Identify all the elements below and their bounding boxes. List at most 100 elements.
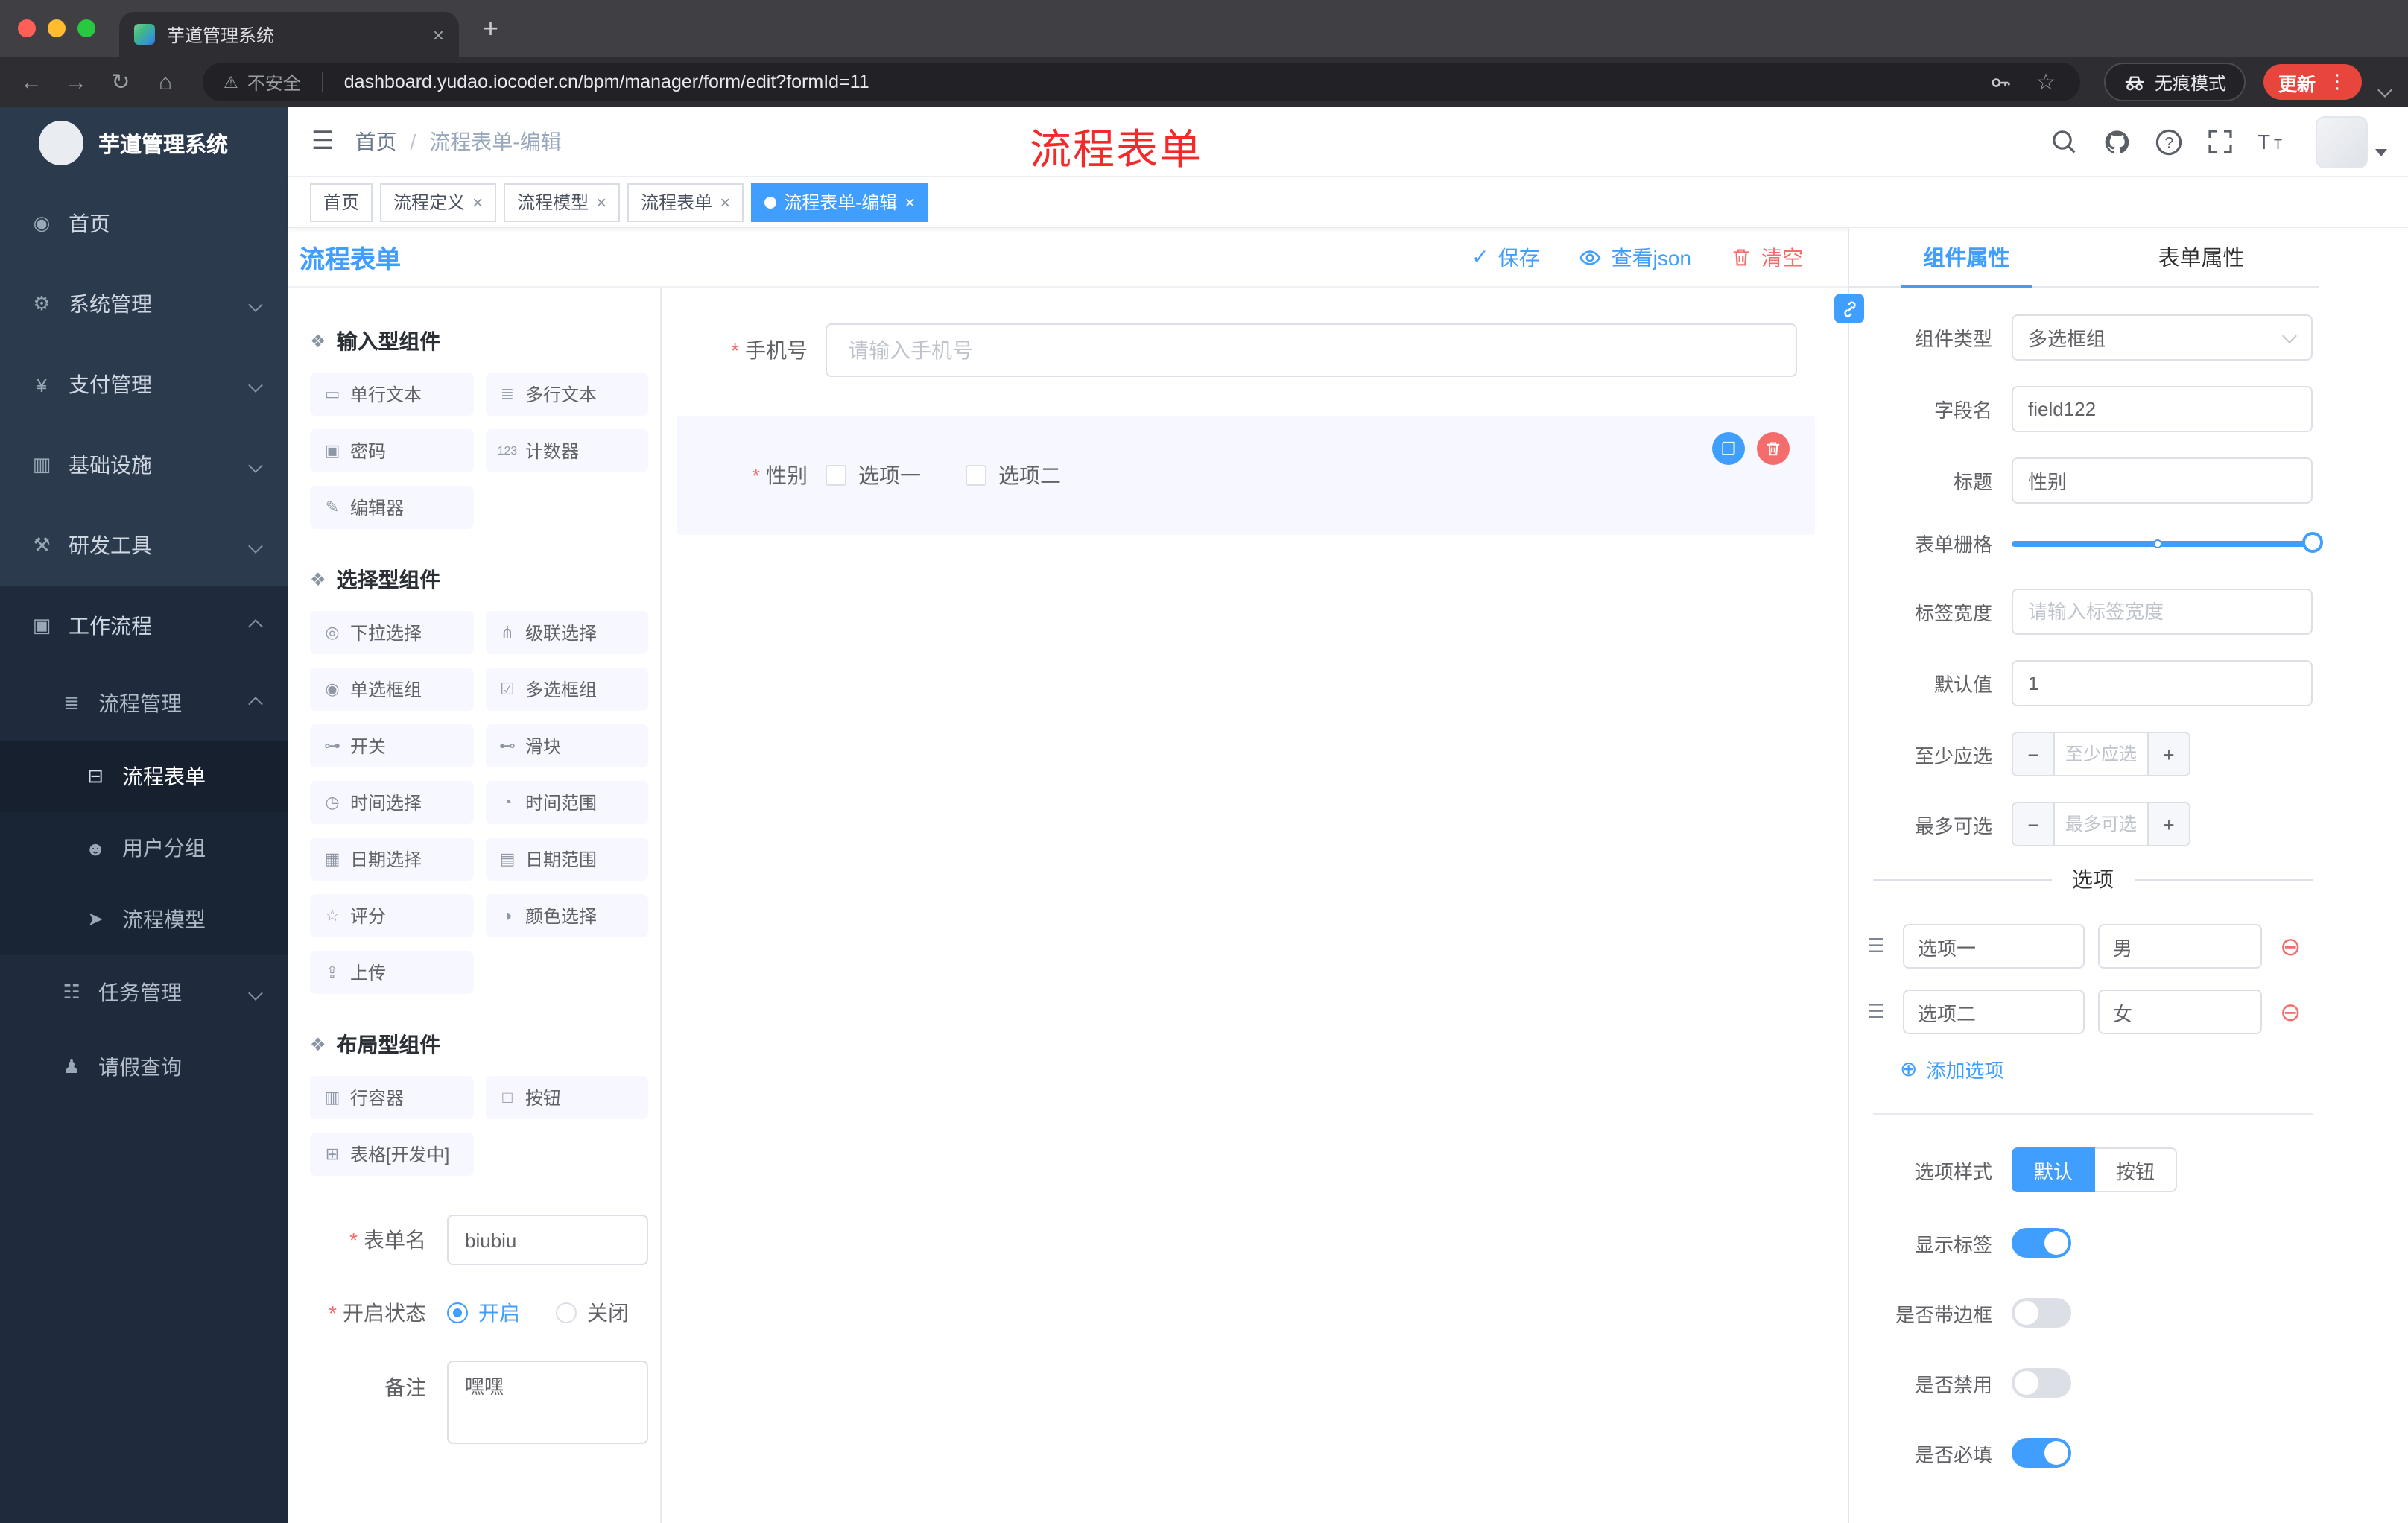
close-icon[interactable]: ×: [596, 191, 606, 212]
sidebar-item-dev-tools[interactable]: ⚒ 研发工具: [0, 505, 288, 586]
gender-option-2-checkbox[interactable]: 选项二: [966, 460, 1061, 490]
clear-button[interactable]: 清空: [1730, 242, 1803, 272]
component-type-select[interactable]: 多选框组: [2012, 314, 2313, 361]
sidebar-item-process-management[interactable]: ≣ 流程管理: [0, 666, 288, 741]
palette-item-editor[interactable]: ✎ 编辑器: [310, 486, 473, 529]
form-grid-slider[interactable]: [2012, 531, 2323, 552]
decrease-button[interactable]: −: [2013, 803, 2055, 845]
drag-handle-icon[interactable]: ☰: [1867, 1000, 1894, 1024]
copy-component-button[interactable]: ❐: [1712, 432, 1745, 465]
palette-item-date-range[interactable]: ▤ 日期范围: [485, 838, 648, 881]
remove-option-icon[interactable]: ⊖: [2280, 999, 2301, 1025]
field-phone[interactable]: 手机号: [677, 323, 1797, 377]
sidebar-item-process-form[interactable]: ⊟ 流程表单: [0, 741, 288, 812]
increase-button[interactable]: +: [2147, 803, 2189, 845]
zoom-window-button[interactable]: [77, 19, 95, 37]
close-icon[interactable]: ×: [472, 191, 483, 212]
palette-item-cascader[interactable]: ⋔ 级联选择: [485, 611, 648, 654]
drag-handle-icon[interactable]: ☰: [1867, 934, 1894, 958]
sidebar-item-home[interactable]: ◉ 首页: [0, 183, 288, 264]
option-1-name-input[interactable]: [1903, 924, 2085, 969]
field-name-input[interactable]: [2012, 386, 2313, 432]
show-label-switch[interactable]: [2012, 1228, 2071, 1258]
delete-component-button[interactable]: [1757, 432, 1790, 465]
palette-item-color-picker[interactable]: ◑ 颜色选择: [485, 894, 648, 937]
palette-item-switch[interactable]: ⊶ 开关: [310, 724, 473, 767]
sidebar-item-process-model[interactable]: ➤ 流程模型: [0, 884, 288, 955]
back-icon[interactable]: ←: [18, 69, 45, 95]
palette-item-checkbox-group[interactable]: ☑ 多选框组: [485, 668, 648, 711]
sidebar-item-user-group[interactable]: ☻ 用户分组: [0, 812, 288, 884]
sidebar-item-leave-query[interactable]: ♟ 请假查询: [0, 1030, 288, 1104]
palette-item-button[interactable]: □ 按钮: [485, 1076, 648, 1119]
tag-process-definition[interactable]: 流程定义 ×: [380, 183, 497, 221]
browser-tab[interactable]: 芋道管理系统 ×: [119, 12, 459, 57]
home-icon[interactable]: ⌂: [152, 69, 179, 95]
option-2-value-input[interactable]: [2098, 990, 2262, 1034]
gender-option-1-checkbox[interactable]: 选项一: [826, 460, 921, 490]
browser-menu-icon[interactable]: ⋮: [2328, 70, 2347, 94]
palette-item-time-picker[interactable]: ◷ 时间选择: [310, 781, 473, 824]
option-2-name-input[interactable]: [1903, 990, 2085, 1034]
disabled-switch[interactable]: [2012, 1368, 2071, 1398]
field-gender-selected[interactable]: ❐ 性别: [677, 416, 1815, 535]
user-avatar-menu[interactable]: [2316, 115, 2387, 168]
slider-handle[interactable]: [2302, 531, 2323, 552]
tag-home[interactable]: 首页: [310, 183, 373, 221]
phone-input[interactable]: [826, 323, 1797, 377]
tag-process-model[interactable]: 流程模型 ×: [504, 183, 621, 221]
style-default-button[interactable]: 默认: [2012, 1147, 2096, 1192]
palette-item-radio-group[interactable]: ◉ 单选框组: [310, 668, 473, 711]
tab-close-icon[interactable]: ×: [433, 23, 444, 45]
close-window-button[interactable]: [18, 19, 36, 37]
palette-item-date-picker[interactable]: ▦ 日期选择: [310, 838, 473, 881]
url-bar[interactable]: ⚠ 不安全 dashboard.yudao.iocoder.cn/bpm/man…: [203, 63, 2080, 101]
search-icon[interactable]: [2049, 127, 2079, 156]
sidebar-item-system[interactable]: ⚙ 系统管理: [0, 264, 288, 344]
add-option-button[interactable]: ⊕ 添加选项: [1900, 1055, 2313, 1083]
forward-icon[interactable]: →: [63, 69, 89, 95]
save-button[interactable]: ✓ 保存: [1471, 242, 1539, 272]
close-icon[interactable]: ×: [904, 191, 915, 212]
browser-update-button[interactable]: 更新 ⋮: [2263, 64, 2362, 100]
close-icon[interactable]: ×: [720, 191, 730, 212]
status-off-radio[interactable]: 关闭: [556, 1298, 629, 1328]
new-tab-button[interactable]: +: [483, 13, 498, 44]
form-remark-textarea[interactable]: 嘿嘿: [447, 1361, 648, 1444]
with-border-switch[interactable]: [2012, 1298, 2071, 1328]
form-name-input[interactable]: [447, 1215, 648, 1265]
tag-process-form-edit[interactable]: 流程表单-编辑 ×: [751, 183, 929, 221]
reload-icon[interactable]: ↻: [107, 69, 134, 95]
palette-item-table[interactable]: ⊞ 表格[开发中]: [310, 1133, 473, 1176]
sidebar-item-infrastructure[interactable]: ▥ 基础设施: [0, 425, 288, 505]
fullscreen-icon[interactable]: [2205, 127, 2235, 156]
bookmark-star-icon[interactable]: ☆: [2032, 69, 2059, 95]
tab-form-props[interactable]: 表单属性: [2084, 228, 2319, 286]
key-icon[interactable]: [1989, 71, 2012, 93]
palette-item-password[interactable]: ▣ 密码: [310, 429, 473, 472]
palette-item-row-container[interactable]: ▥ 行容器: [310, 1076, 473, 1119]
toolbar-caret-icon[interactable]: [2377, 82, 2392, 97]
label-width-input[interactable]: [2012, 589, 2313, 635]
font-size-icon[interactable]: TT: [2258, 127, 2287, 156]
breadcrumb-home[interactable]: 首页: [355, 127, 397, 156]
palette-item-multi-text[interactable]: ≣ 多行文本: [485, 373, 648, 416]
palette-item-upload[interactable]: ⇪ 上传: [310, 951, 473, 994]
hamburger-icon[interactable]: ☰: [311, 127, 335, 156]
decrease-button[interactable]: −: [2013, 733, 2055, 775]
tag-process-form[interactable]: 流程表单 ×: [627, 183, 744, 221]
status-on-radio[interactable]: 开启: [447, 1298, 520, 1328]
min-select-input[interactable]: [2055, 733, 2147, 775]
palette-item-rate[interactable]: ☆ 评分: [310, 894, 473, 937]
palette-item-counter[interactable]: 123 计数器: [485, 429, 648, 472]
link-icon[interactable]: [1834, 294, 1864, 323]
palette-item-time-range[interactable]: ◔ 时间范围: [485, 781, 648, 824]
palette-item-select[interactable]: ◎ 下拉选择: [310, 611, 473, 654]
minimize-window-button[interactable]: [48, 19, 66, 37]
required-switch[interactable]: [2012, 1438, 2071, 1468]
github-icon[interactable]: [2101, 127, 2131, 156]
help-icon[interactable]: ?: [2153, 127, 2183, 156]
style-button-button[interactable]: 按钮: [2095, 1147, 2178, 1192]
title-input[interactable]: [2012, 457, 2313, 504]
increase-button[interactable]: +: [2147, 733, 2189, 775]
